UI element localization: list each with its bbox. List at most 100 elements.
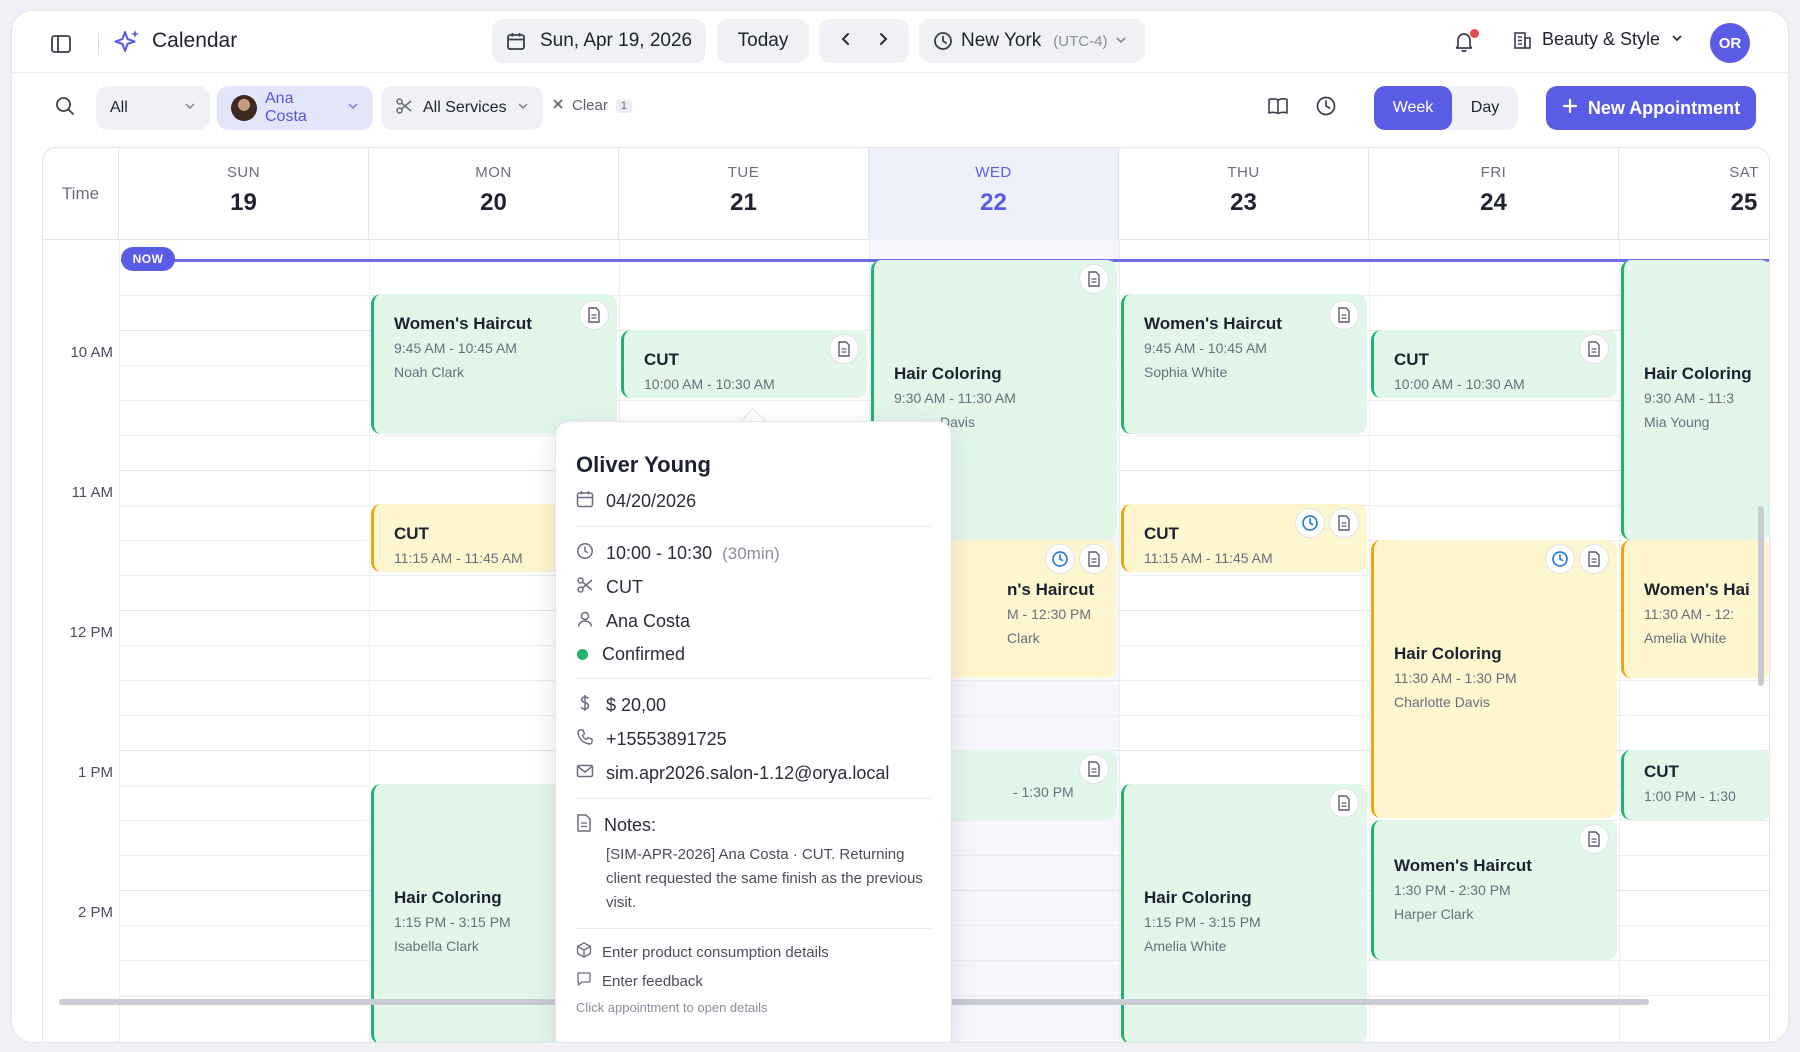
day-header-tue[interactable]: TUE 21 xyxy=(619,148,869,240)
clock-icon xyxy=(934,32,952,50)
history-clock-icon[interactable] xyxy=(1315,95,1343,123)
appointment-service: Hair Coloring xyxy=(1394,644,1502,663)
day-number: 21 xyxy=(730,189,757,216)
user-avatar[interactable]: OR xyxy=(1710,23,1750,63)
document-icon[interactable] xyxy=(1329,788,1359,818)
document-icon xyxy=(576,814,592,837)
clear-label: Clear xyxy=(572,97,608,114)
popover-staff: Ana Costa xyxy=(606,611,691,631)
appointment-card[interactable]: CUT 1:00 PM - 1:30 xyxy=(1621,750,1769,820)
popover-service-row: CUT xyxy=(576,576,931,599)
popover-phone-row[interactable]: +15553891725 xyxy=(576,728,931,751)
day-number: 24 xyxy=(1480,189,1507,216)
document-icon[interactable] xyxy=(1079,754,1109,784)
today-button[interactable]: Today xyxy=(717,19,809,63)
document-icon[interactable] xyxy=(579,300,609,330)
product-consumption-link[interactable]: Enter product consumption details xyxy=(576,942,931,962)
search-icon[interactable] xyxy=(54,95,82,123)
document-icon[interactable] xyxy=(1329,508,1359,538)
top-header: Calendar Sun, Apr 19, 2026 Today New Yor… xyxy=(12,11,1788,73)
phone-icon xyxy=(576,728,594,751)
filter-all-dropdown[interactable]: All xyxy=(96,86,210,130)
business-selector[interactable]: Beauty & Style xyxy=(1512,29,1684,50)
day-header-sat[interactable]: SAT 25 xyxy=(1619,148,1769,240)
day-number: 20 xyxy=(480,189,507,216)
appointment-card[interactable]: Women's Haircut 9:45 AM - 10:45 AM Noah … xyxy=(371,294,617,434)
feedback-link[interactable]: Enter feedback xyxy=(576,971,931,991)
chevron-down-icon xyxy=(347,99,359,117)
day-number: 22 xyxy=(980,189,1007,216)
calendar-icon xyxy=(507,33,525,50)
popover-client-name: Oliver Young xyxy=(576,452,711,477)
sidebar-toggle-icon[interactable] xyxy=(48,31,74,57)
popover-email-row[interactable]: sim.apr2026.salon-1.12@orya.local xyxy=(576,762,931,785)
document-icon[interactable] xyxy=(1579,334,1609,364)
popover-time-row: 10:00 - 10:30 (30min) xyxy=(576,542,931,565)
popover-phone: +15553891725 xyxy=(606,729,727,749)
appointment-client: Harper Clark xyxy=(1394,906,1474,922)
divider xyxy=(576,798,931,799)
popover-price: $ 20,00 xyxy=(606,695,667,715)
clock-icon[interactable] xyxy=(1545,544,1575,574)
document-icon[interactable] xyxy=(1579,544,1609,574)
filter-services-dropdown[interactable]: All Services xyxy=(381,86,543,130)
day-header-sun[interactable]: SUN 19 xyxy=(119,148,369,240)
appointment-card[interactable]: Hair Coloring 9:30 AM - 11:3 Mia Young xyxy=(1621,260,1769,540)
appointment-card-selected[interactable]: CUT 10:00 AM - 10:30 AM xyxy=(621,330,867,398)
notifications-bell-icon[interactable] xyxy=(1452,29,1480,57)
timezone-selector[interactable]: New York (UTC-4) xyxy=(919,19,1145,63)
day-name: TUE xyxy=(727,164,760,181)
day-number: 23 xyxy=(1230,189,1257,216)
book-icon[interactable] xyxy=(1267,95,1295,123)
header-divider xyxy=(98,33,99,55)
appointment-details-popover: Oliver Young 04/20/2026 10:00 - 10:30 (3… xyxy=(555,421,952,1042)
clock-icon[interactable] xyxy=(1045,544,1075,574)
appointment-card[interactable]: Women's Hai 11:30 AM - 12: Amelia White xyxy=(1621,540,1769,678)
day-name: SUN xyxy=(226,164,261,181)
document-icon[interactable] xyxy=(829,334,859,364)
appointment-card[interactable]: Women's Haircut 9:45 AM - 10:45 AM Sophi… xyxy=(1121,294,1367,434)
chevron-right-icon[interactable] xyxy=(876,30,890,52)
day-header-fri[interactable]: FRI 24 xyxy=(1369,148,1619,240)
day-header-wed-today[interactable]: WED 22 xyxy=(869,148,1119,240)
grid-line xyxy=(1119,240,1120,1042)
date-picker-button[interactable]: Sun, Apr 19, 2026 xyxy=(492,19,706,63)
document-icon[interactable] xyxy=(1579,824,1609,854)
chevron-down-icon xyxy=(1670,29,1684,50)
popover-status-row: Confirmed xyxy=(576,644,931,665)
appointment-time: 11:30 AM - 1:30 PM xyxy=(1394,670,1517,686)
appointment-card[interactable]: Hair Coloring 11:30 AM - 1:30 PM Charlot… xyxy=(1371,540,1617,818)
chevron-left-icon[interactable] xyxy=(839,30,853,52)
appointment-card[interactable]: Women's Haircut 1:30 PM - 2:30 PM Harper… xyxy=(1371,820,1617,960)
appointment-time: 10:00 AM - 10:30 AM xyxy=(1394,376,1525,392)
appointment-card[interactable]: CUT 11:15 AM - 11:45 AM xyxy=(1121,504,1367,572)
new-appointment-button[interactable]: New Appointment xyxy=(1546,86,1756,130)
day-view-tab[interactable]: Day xyxy=(1452,86,1518,130)
appointment-service: Women's Haircut xyxy=(394,314,532,333)
scissors-icon xyxy=(576,576,594,599)
time-label: 11 AM xyxy=(71,484,113,501)
appointment-client: Amelia White xyxy=(1644,630,1727,646)
appointment-card[interactable]: CUT 10:00 AM - 10:30 AM xyxy=(1371,330,1617,398)
appointment-time: 9:30 AM - 11:30 AM xyxy=(894,390,1016,406)
appointment-time: 9:45 AM - 10:45 AM xyxy=(1144,340,1267,356)
document-icon[interactable] xyxy=(1079,264,1109,294)
document-icon[interactable] xyxy=(1329,300,1359,330)
vertical-scrollbar[interactable] xyxy=(1758,506,1764,686)
day-name: MON xyxy=(475,164,512,181)
day-header-thu[interactable]: THU 23 xyxy=(1119,148,1369,240)
document-icon[interactable] xyxy=(1079,544,1109,574)
chevron-down-icon xyxy=(1115,30,1127,52)
filter-staff-dropdown[interactable]: Ana Costa xyxy=(217,86,373,130)
popover-time-range: 10:00 - 10:30 xyxy=(606,543,713,563)
mail-icon xyxy=(576,762,594,785)
week-view-tab[interactable]: Week xyxy=(1374,86,1452,130)
day-header-mon[interactable]: MON 20 xyxy=(369,148,619,240)
appointment-time: 11:30 AM - 12: xyxy=(1644,606,1735,622)
appointment-time: 1:30 PM - 2:30 PM xyxy=(1394,882,1511,898)
appointment-time: 9:30 AM - 11:3 xyxy=(1644,390,1735,406)
clock-icon[interactable] xyxy=(1295,508,1325,538)
appointment-client: Noah Clark xyxy=(394,364,465,380)
clear-count-badge: 1 xyxy=(615,98,632,113)
clear-filters-button[interactable]: Clear 1 xyxy=(552,97,632,114)
